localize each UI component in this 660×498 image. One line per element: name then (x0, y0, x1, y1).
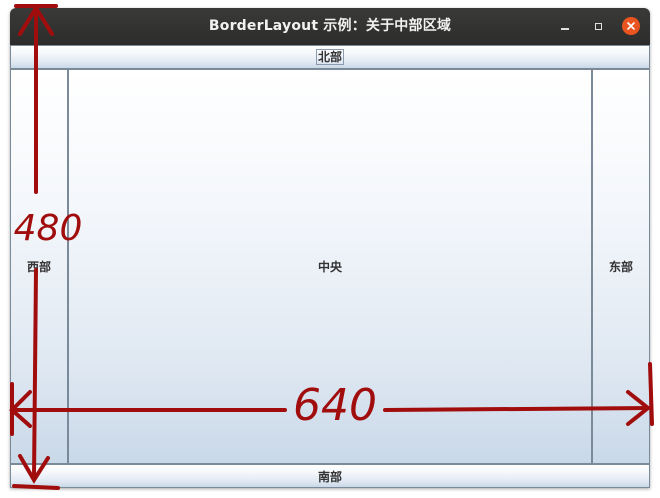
border-layout-panel: 北部 西部 中央 东部 南部 (10, 45, 650, 488)
close-button[interactable] (621, 16, 641, 36)
window-title: BorderLayout 示例：关于中部区域 (208, 18, 452, 34)
maximize-icon (594, 22, 602, 30)
minimize-icon (561, 28, 569, 30)
maximize-button[interactable] (588, 16, 608, 36)
north-button-label: 北部 (315, 49, 344, 65)
close-icon (622, 17, 640, 35)
title-bar[interactable]: BorderLayout 示例：关于中部区域 (10, 8, 650, 45)
center-button[interactable]: 中央 (68, 69, 592, 464)
north-button[interactable]: 北部 (10, 45, 650, 69)
west-button-label: 西部 (26, 260, 51, 274)
west-button[interactable]: 西部 (10, 69, 68, 464)
screenshot-stage: BorderLayout 示例：关于中部区域 北部 西部 中央 东部 南部 48… (0, 0, 660, 498)
south-button-label: 南部 (317, 469, 342, 484)
east-button[interactable]: 东部 (592, 69, 650, 464)
south-button[interactable]: 南部 (10, 464, 650, 488)
center-button-label: 中央 (317, 260, 342, 274)
app-window: BorderLayout 示例：关于中部区域 北部 西部 中央 东部 南部 (10, 8, 650, 488)
east-button-label: 东部 (608, 260, 633, 274)
width-arrow-right-cap (648, 362, 654, 426)
minimize-button[interactable] (555, 16, 575, 36)
